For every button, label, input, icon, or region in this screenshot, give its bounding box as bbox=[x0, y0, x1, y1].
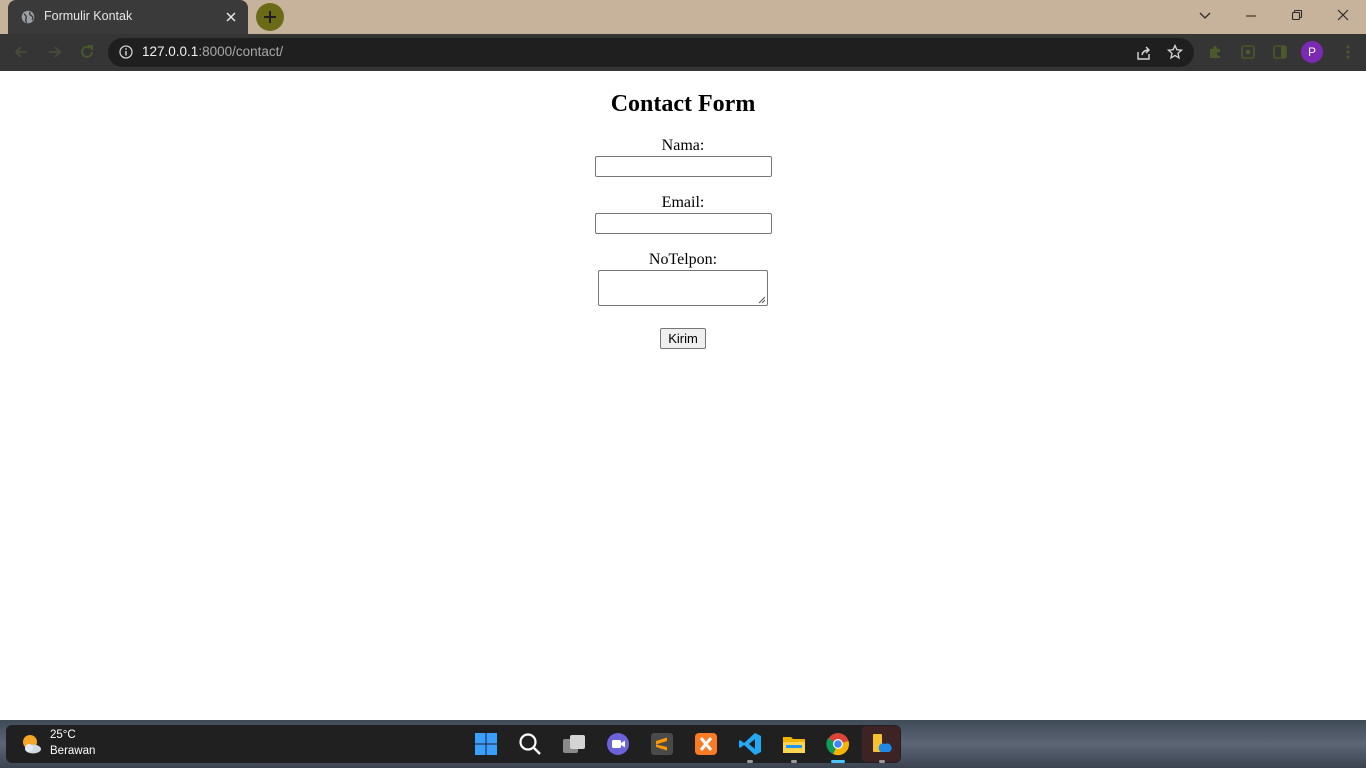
name-label: Nama: bbox=[661, 137, 705, 154]
share-icon[interactable] bbox=[1136, 45, 1152, 61]
file-explorer-icon[interactable] bbox=[782, 732, 806, 756]
profile-avatar[interactable]: P bbox=[1301, 41, 1323, 63]
extension-puzzle-icon[interactable] bbox=[1207, 44, 1223, 60]
browser-toolbar: 127.0.0.1:8000/contact/ bbox=[0, 34, 1366, 71]
submit-button[interactable]: Kirim bbox=[660, 328, 706, 349]
files-app-icon[interactable] bbox=[870, 732, 894, 756]
back-arrow-icon[interactable] bbox=[12, 43, 30, 61]
reload-icon[interactable] bbox=[78, 43, 96, 61]
chevron-down-icon bbox=[1199, 12, 1211, 19]
phone-textarea[interactable] bbox=[598, 270, 768, 306]
restore-icon bbox=[1291, 9, 1303, 21]
tab-title: Formulir Kontak bbox=[44, 9, 133, 23]
running-indicator bbox=[791, 760, 797, 763]
weather-temperature[interactable]: 25°C bbox=[50, 729, 76, 741]
close-window-button[interactable] bbox=[1320, 0, 1366, 30]
more-menu-icon[interactable] bbox=[1340, 44, 1356, 60]
info-icon[interactable] bbox=[119, 45, 133, 59]
globe-icon bbox=[21, 10, 35, 24]
task-view-icon[interactable] bbox=[562, 732, 586, 756]
running-indicator bbox=[879, 760, 885, 763]
tab-formulir-kontak[interactable]: Formulir Kontak bbox=[8, 0, 248, 34]
restore-button[interactable] bbox=[1274, 0, 1320, 30]
plus-icon bbox=[264, 11, 276, 23]
minimize-icon bbox=[1246, 15, 1256, 17]
url-host: 127.0.0.1 bbox=[142, 44, 199, 59]
side-panel-icon[interactable] bbox=[1272, 44, 1288, 60]
tab-search-button[interactable] bbox=[1182, 0, 1228, 30]
chrome-icon[interactable] bbox=[826, 732, 850, 756]
vscode-icon[interactable] bbox=[738, 732, 762, 756]
email-label: Email: bbox=[661, 194, 705, 211]
resize-grip-icon[interactable] bbox=[758, 296, 766, 304]
minimize-button[interactable] bbox=[1228, 0, 1274, 30]
extension-square-icon[interactable] bbox=[1240, 44, 1256, 60]
active-indicator bbox=[831, 760, 845, 763]
address-bar[interactable]: 127.0.0.1:8000/contact/ bbox=[108, 38, 1194, 67]
url-path: :8000/contact/ bbox=[198, 44, 284, 59]
bookmark-star-icon[interactable] bbox=[1167, 44, 1183, 60]
running-indicator bbox=[747, 760, 753, 763]
weather-condition[interactable]: Berawan bbox=[50, 745, 95, 757]
close-icon bbox=[1337, 9, 1349, 21]
phone-label: NoTelpon: bbox=[648, 251, 718, 268]
email-input[interactable] bbox=[595, 213, 772, 234]
page-title: Contact Form bbox=[610, 91, 756, 117]
url-text: 127.0.0.1:8000/contact/ bbox=[142, 44, 283, 59]
forward-arrow-icon[interactable] bbox=[46, 43, 64, 61]
search-icon[interactable] bbox=[518, 732, 542, 756]
taskbar bbox=[6, 725, 901, 763]
meet-icon[interactable] bbox=[606, 732, 630, 756]
start-icon[interactable] bbox=[474, 732, 498, 756]
sublime-text-icon[interactable] bbox=[650, 732, 674, 756]
xampp-icon[interactable] bbox=[694, 732, 718, 756]
close-tab-icon[interactable] bbox=[224, 10, 238, 24]
page-content: Contact Form Nama: Email: NoTelpon: Kiri… bbox=[0, 71, 1366, 720]
partly-cloudy-weather-icon[interactable] bbox=[20, 733, 42, 755]
new-tab-button[interactable] bbox=[256, 3, 284, 31]
tab-strip: Formulir Kontak bbox=[0, 0, 1366, 34]
name-input[interactable] bbox=[595, 156, 772, 177]
